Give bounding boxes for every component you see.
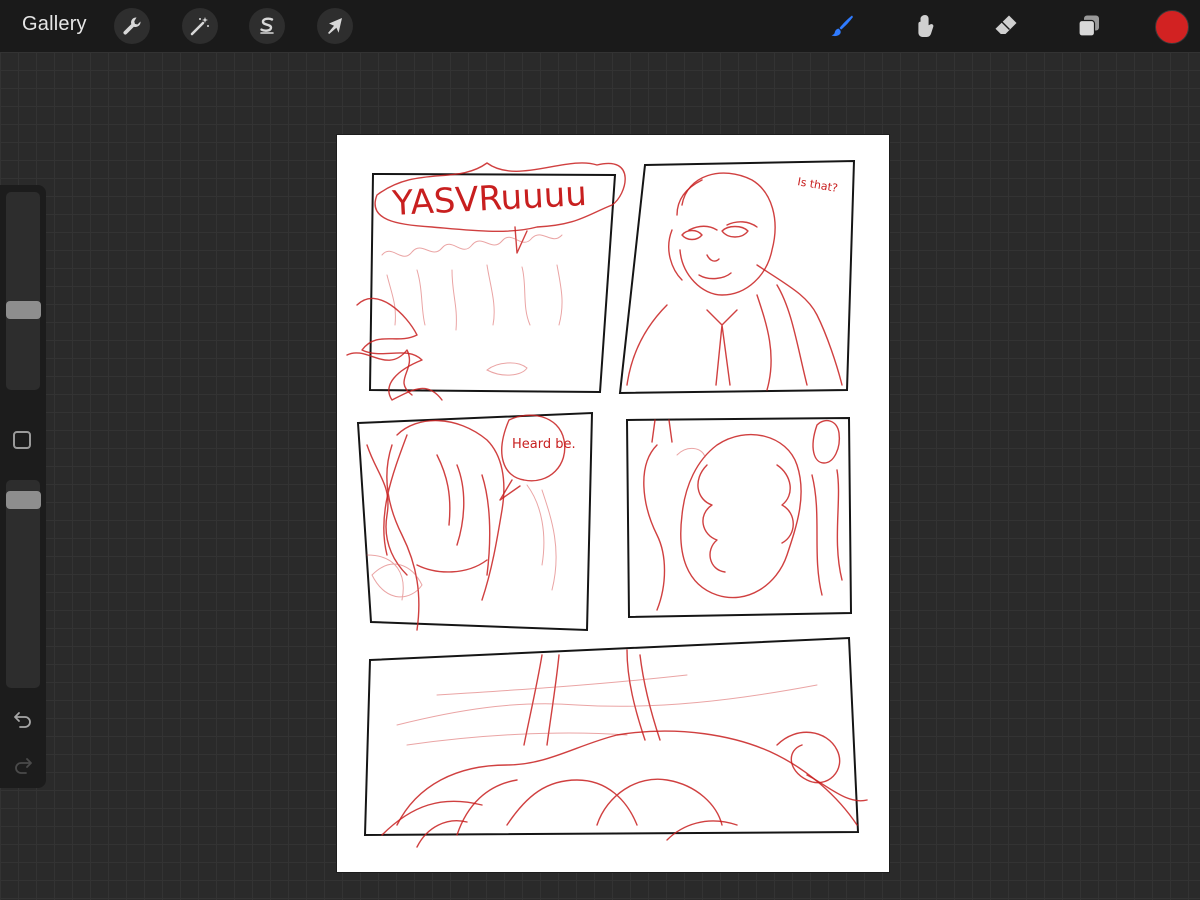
selection-button[interactable] [249, 8, 285, 44]
brush-size-slider[interactable] [6, 192, 40, 390]
brush-size-slider-thumb[interactable] [6, 301, 41, 319]
panel-4 [625, 416, 853, 619]
smudge-icon [918, 15, 934, 37]
panel-3: Heard be. [356, 411, 594, 632]
transform-button[interactable] [317, 8, 353, 44]
comic-page-sketch: YASVRuuuu Is that? Heard be. [346, 159, 868, 848]
wrench-icon [123, 17, 141, 35]
opacity-slider[interactable] [6, 480, 40, 688]
panel-5 [363, 636, 868, 848]
eraser-icon [995, 15, 1017, 34]
sfx-text: YASVRuuuu [390, 174, 587, 224]
drawing-canvas[interactable]: YASVRuuuu Is that? Heard be. [337, 135, 889, 872]
adjustments-button[interactable] [182, 8, 218, 44]
arrow-cursor-icon [328, 18, 342, 34]
layers-button[interactable] [1071, 8, 1107, 44]
undo-icon[interactable] [11, 707, 35, 731]
brush-icon [831, 15, 853, 37]
speech-text: Heard be. [512, 437, 576, 452]
redo-icon[interactable] [11, 753, 35, 777]
top-toolbar: Gallery [0, 0, 1200, 52]
color-picker-button[interactable] [1155, 10, 1189, 44]
layers-icon [1078, 15, 1099, 37]
left-sidebar [0, 185, 46, 788]
smudge-button[interactable] [907, 8, 943, 44]
actions-button[interactable] [114, 8, 150, 44]
thought-text: Is that? [796, 175, 838, 195]
magic-wand-icon [190, 17, 209, 36]
procreate-app: Gallery YASVRuuuu Is that? Heard be. [0, 0, 1200, 900]
panel-1: YASVRuuuu [346, 162, 626, 401]
eraser-button[interactable] [988, 8, 1024, 44]
opacity-slider-thumb[interactable] [6, 491, 41, 509]
modify-button[interactable] [13, 431, 31, 449]
gallery-button[interactable]: Gallery [22, 13, 87, 36]
brush-button[interactable] [824, 8, 860, 44]
selection-s-icon [260, 17, 274, 34]
panel-2: Is that? [618, 159, 856, 395]
